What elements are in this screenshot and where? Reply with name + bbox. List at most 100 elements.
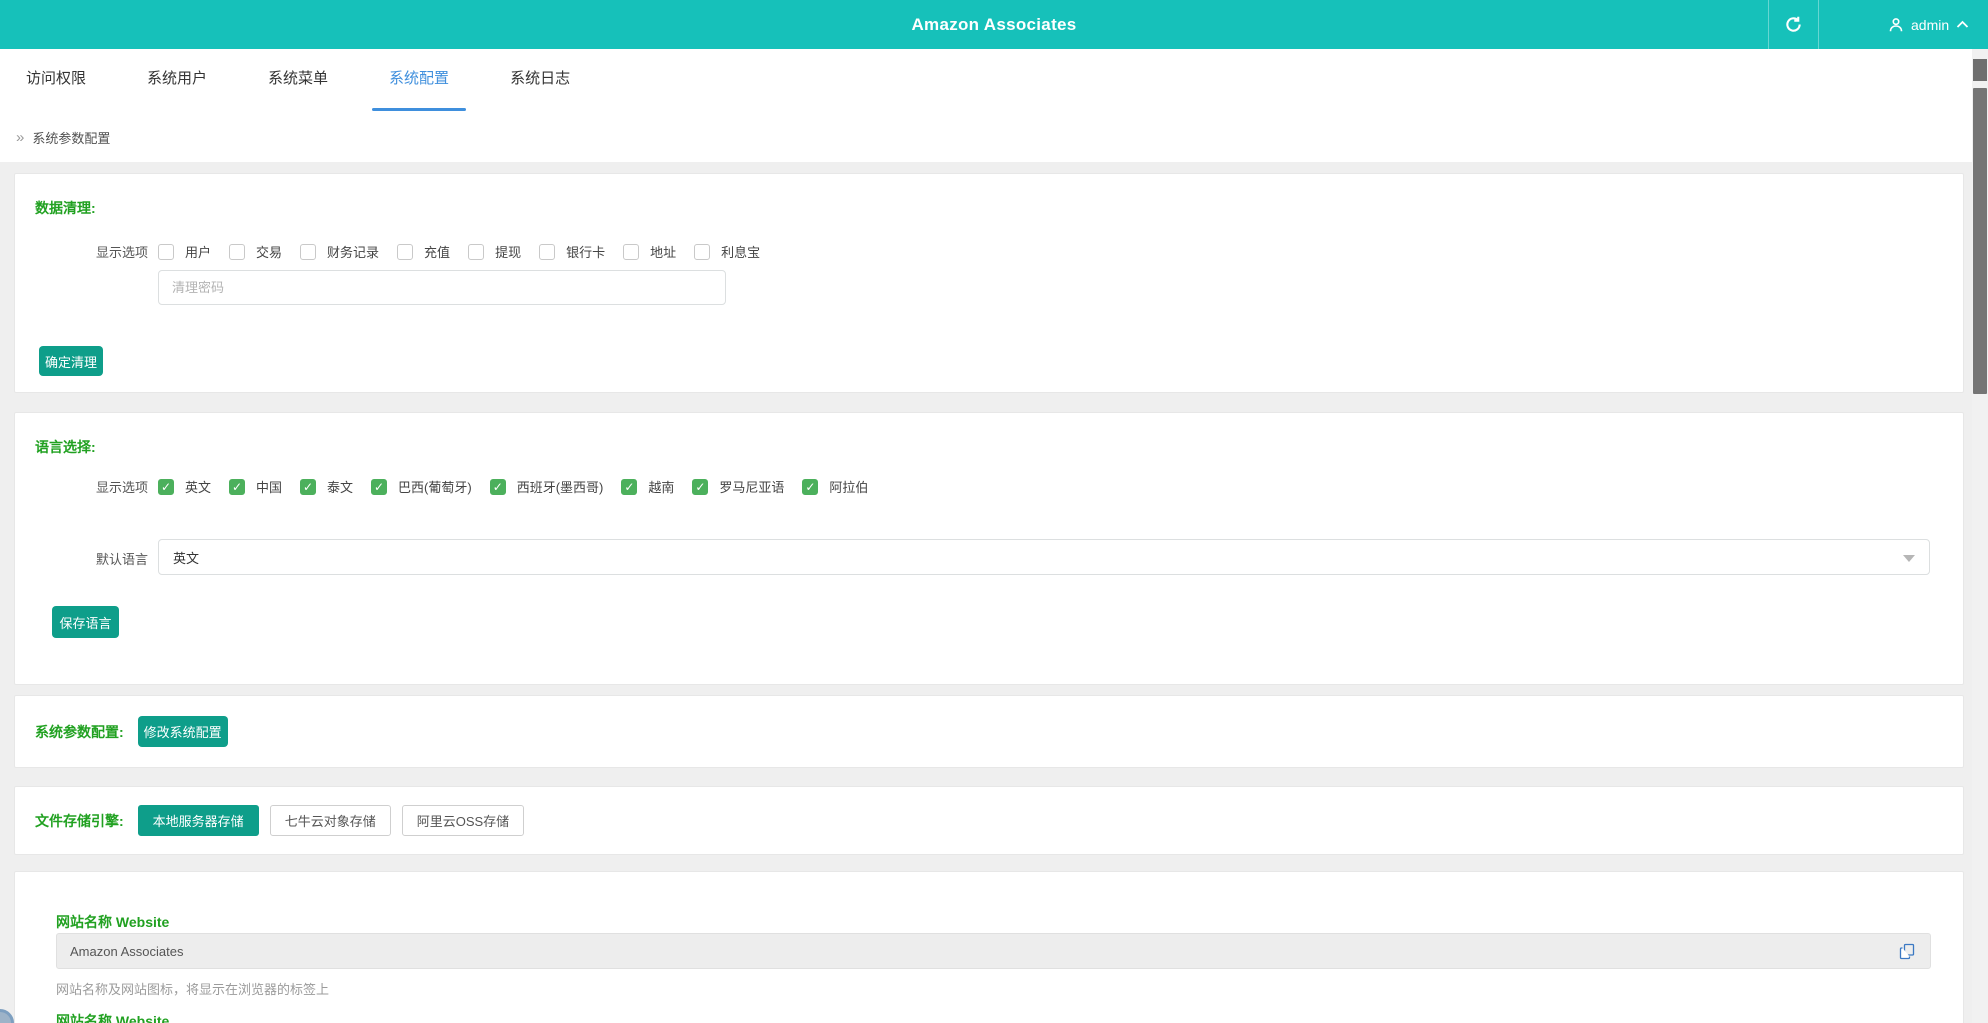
checkbox-item-bank-card[interactable]: 银行卡 bbox=[539, 242, 605, 261]
app-header: Amazon Associates admin bbox=[0, 0, 1988, 49]
website-name-label-2: 网站名称 Website bbox=[56, 1011, 169, 1023]
checkbox-item-address[interactable]: 地址 bbox=[623, 242, 676, 261]
breadcrumb: » 系统参数配置 bbox=[0, 112, 1972, 162]
tab-bar: 访问权限 系统用户 系统菜单 系统配置 系统日志 bbox=[0, 49, 1972, 112]
user-name: admin bbox=[1911, 17, 1949, 33]
storage-aliyun-oss-button[interactable]: 阿里云OSS存储 bbox=[402, 805, 524, 836]
scrollbar-thumb[interactable] bbox=[1973, 88, 1987, 394]
user-icon bbox=[1888, 17, 1904, 33]
checkbox-label: 中国 bbox=[256, 477, 282, 496]
card-storage-engine: 文件存储引擎: 本地服务器存储 七牛云对象存储 阿里云OSS存储 bbox=[14, 786, 1964, 855]
tab-access-permissions[interactable]: 访问权限 bbox=[9, 49, 103, 112]
website-name-help: 网站名称及网站图标，将显示在浏览器的标签上 bbox=[56, 979, 329, 998]
chevron-up-icon bbox=[1956, 20, 1969, 29]
checkbox-label: 阿拉伯 bbox=[829, 477, 868, 496]
checkbox-checked[interactable]: ✓ bbox=[300, 479, 316, 495]
checkbox-label: 地址 bbox=[650, 242, 676, 261]
system-config-row: 系统参数配置: 修改系统配置 bbox=[35, 716, 228, 747]
checkbox-checked[interactable]: ✓ bbox=[371, 479, 387, 495]
checkbox-checked[interactable]: ✓ bbox=[158, 479, 174, 495]
checkbox-item-user[interactable]: 用户 bbox=[158, 242, 211, 261]
checkbox[interactable] bbox=[694, 244, 710, 260]
card-system-config: 系统参数配置: 修改系统配置 bbox=[14, 695, 1964, 768]
checkbox-label: 西班牙(墨西哥) bbox=[517, 477, 604, 496]
checkbox-label: 英文 bbox=[185, 477, 211, 496]
checkbox-item-arabic[interactable]: ✓ 阿拉伯 bbox=[802, 477, 868, 496]
checkbox-label: 提现 bbox=[495, 242, 521, 261]
checkbox-item-finance-record[interactable]: 财务记录 bbox=[300, 242, 379, 261]
checkbox-item-withdraw[interactable]: 提现 bbox=[468, 242, 521, 261]
checkbox-checked[interactable]: ✓ bbox=[802, 479, 818, 495]
clean-password-input[interactable] bbox=[158, 270, 726, 305]
caret-down-icon bbox=[1903, 555, 1915, 562]
default-language-select[interactable]: 英文 bbox=[158, 539, 1930, 575]
card-language: 语言选择: 显示选项 ✓ 英文 ✓ 中国 ✓ 泰文 ✓ 巴西(葡萄牙) ✓ 西班… bbox=[14, 412, 1964, 685]
checkbox-item-vietnamese[interactable]: ✓ 越南 bbox=[621, 477, 674, 496]
scrollbar-segment[interactable] bbox=[1973, 59, 1987, 81]
checkbox[interactable] bbox=[623, 244, 639, 260]
checkbox-label: 巴西(葡萄牙) bbox=[398, 477, 472, 496]
header-divider bbox=[1818, 0, 1819, 49]
section-title: 系统参数配置: bbox=[35, 722, 124, 742]
checkbox[interactable] bbox=[229, 244, 245, 260]
breadcrumb-chevrons-icon: » bbox=[16, 129, 24, 146]
checkbox-label: 交易 bbox=[256, 242, 282, 261]
page: Amazon Associates admin bbox=[0, 0, 1988, 1023]
checkbox-label: 用户 bbox=[185, 242, 211, 261]
row-label: 显示选项 bbox=[96, 477, 158, 496]
refresh-button[interactable] bbox=[1768, 0, 1818, 49]
tab-system-config[interactable]: 系统配置 bbox=[372, 49, 466, 112]
section-title: 数据清理: bbox=[35, 198, 96, 218]
tab-system-users[interactable]: 系统用户 bbox=[130, 49, 224, 112]
checkbox-item-romanian[interactable]: ✓ 罗马尼亚语 bbox=[692, 477, 784, 496]
checkbox-label: 银行卡 bbox=[566, 242, 605, 261]
checkbox-item-interest[interactable]: 利息宝 bbox=[694, 242, 760, 261]
checkbox[interactable] bbox=[300, 244, 316, 260]
row-label: 显示选项 bbox=[96, 242, 158, 261]
checkbox-checked[interactable]: ✓ bbox=[692, 479, 708, 495]
checkbox-label: 越南 bbox=[648, 477, 674, 496]
checkbox-item-recharge[interactable]: 充值 bbox=[397, 242, 450, 261]
confirm-clean-button[interactable]: 确定清理 bbox=[39, 346, 103, 376]
checkbox-checked[interactable]: ✓ bbox=[229, 479, 245, 495]
checkbox-item-trade[interactable]: 交易 bbox=[229, 242, 282, 261]
vertical-scrollbar[interactable] bbox=[1972, 49, 1988, 1023]
storage-local-button[interactable]: 本地服务器存储 bbox=[138, 805, 259, 836]
language-options-row: 显示选项 ✓ 英文 ✓ 中国 ✓ 泰文 ✓ 巴西(葡萄牙) ✓ 西班牙(墨西哥) bbox=[96, 477, 886, 496]
copy-icon[interactable] bbox=[1897, 941, 1917, 961]
checkbox-label: 充值 bbox=[424, 242, 450, 261]
tab-system-menu[interactable]: 系统菜单 bbox=[251, 49, 345, 112]
breadcrumb-label: 系统参数配置 bbox=[32, 128, 110, 147]
checkbox-item-thai[interactable]: ✓ 泰文 bbox=[300, 477, 353, 496]
checkbox-label: 泰文 bbox=[327, 477, 353, 496]
checkbox-item-english[interactable]: ✓ 英文 bbox=[158, 477, 211, 496]
checkbox[interactable] bbox=[158, 244, 174, 260]
website-name-field[interactable]: Amazon Associates bbox=[56, 933, 1931, 969]
modify-system-config-button[interactable]: 修改系统配置 bbox=[138, 716, 228, 747]
section-title: 文件存储引擎: bbox=[35, 811, 124, 831]
checkbox-item-chinese[interactable]: ✓ 中国 bbox=[229, 477, 282, 496]
checkbox[interactable] bbox=[539, 244, 555, 260]
checkbox-checked[interactable]: ✓ bbox=[490, 479, 506, 495]
tab-system-log[interactable]: 系统日志 bbox=[493, 49, 587, 112]
default-language-row: 默认语言 bbox=[96, 549, 158, 568]
app-title: Amazon Associates bbox=[0, 0, 1988, 49]
checkbox[interactable] bbox=[468, 244, 484, 260]
checkbox-label: 财务记录 bbox=[327, 242, 379, 261]
card-website-settings: 网站名称 Website Amazon Associates 网站名称及网站图标… bbox=[14, 871, 1964, 1023]
floating-widget-bubble[interactable] bbox=[0, 1009, 14, 1023]
checkbox-checked[interactable]: ✓ bbox=[621, 479, 637, 495]
website-name-label: 网站名称 Website bbox=[56, 912, 169, 932]
save-language-button[interactable]: 保存语言 bbox=[52, 606, 119, 638]
select-value: 英文 bbox=[173, 548, 199, 567]
checkbox-item-spanish[interactable]: ✓ 西班牙(墨西哥) bbox=[490, 477, 604, 496]
section-title: 语言选择: bbox=[35, 437, 96, 457]
checkbox-label: 罗马尼亚语 bbox=[719, 477, 784, 496]
storage-qiniu-button[interactable]: 七牛云对象存储 bbox=[270, 805, 391, 836]
checkbox-item-portuguese[interactable]: ✓ 巴西(葡萄牙) bbox=[371, 477, 472, 496]
user-menu[interactable]: admin bbox=[1880, 0, 1977, 49]
checkbox[interactable] bbox=[397, 244, 413, 260]
default-language-label: 默认语言 bbox=[96, 549, 158, 568]
data-clean-options-row: 显示选项 用户 交易 财务记录 充值 提现 bbox=[96, 242, 778, 261]
storage-engine-row: 文件存储引擎: 本地服务器存储 七牛云对象存储 阿里云OSS存储 bbox=[35, 805, 535, 836]
